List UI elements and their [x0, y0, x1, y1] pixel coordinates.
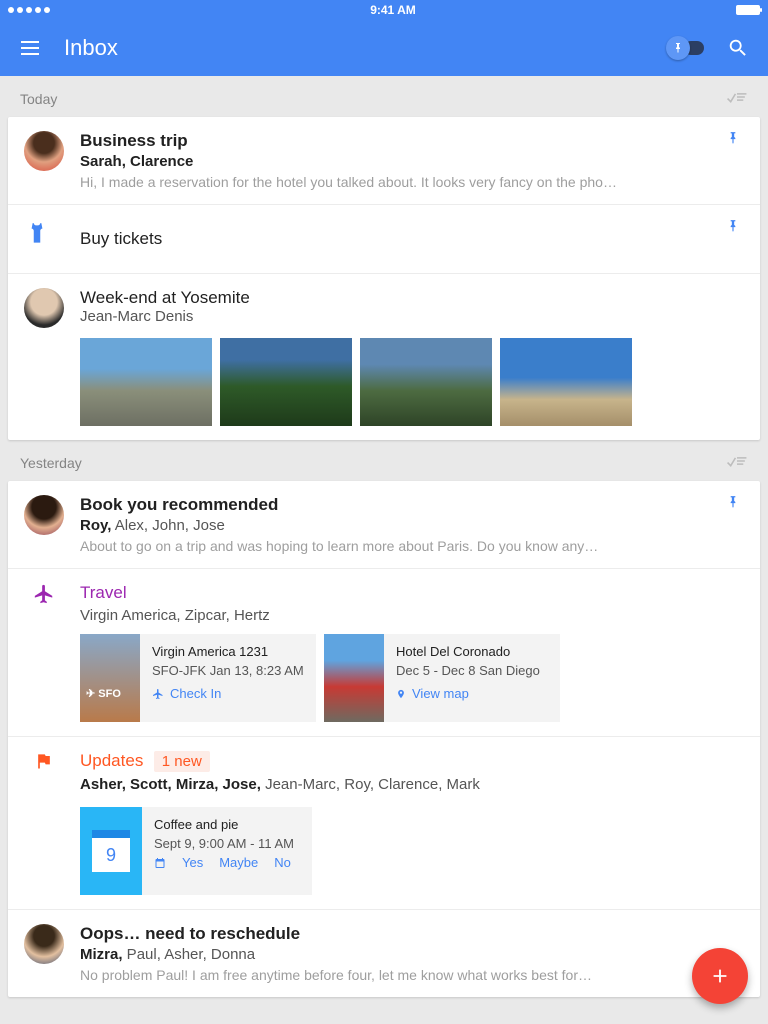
app-bar: Inbox [0, 20, 768, 76]
sweep-button[interactable] [726, 454, 748, 471]
plane-icon [152, 688, 164, 700]
app-title: Inbox [64, 35, 646, 61]
image-thumbnail[interactable] [220, 338, 352, 426]
status-bar: 9:41 AM [0, 0, 768, 20]
search-button[interactable] [724, 34, 752, 62]
menu-button[interactable] [16, 34, 44, 62]
flight-detail: SFO-JFK Jan 13, 8:23 AM [152, 663, 304, 678]
image-thumbnail[interactable] [80, 338, 212, 426]
sweep-icon [726, 454, 748, 468]
bundle-title-row: Updates 1 new [80, 751, 744, 772]
image-thumbnail[interactable] [500, 338, 632, 426]
section-header-today: Today [8, 76, 760, 117]
yesterday-card: Book you recommended Roy, Alex, John, Jo… [8, 481, 760, 997]
today-card: Business trip Sarah, Clarence Hi, I made… [8, 117, 760, 440]
avatar [24, 924, 64, 964]
view-map-link[interactable]: View map [396, 686, 540, 701]
updates-bundle-icon [24, 751, 64, 797]
event-title: Coffee and pie [154, 817, 294, 832]
rsvp-maybe[interactable]: Maybe [219, 855, 258, 870]
conversation-yosemite[interactable]: Week-end at Yosemite Jean-Marc Denis [8, 273, 760, 440]
hamburger-icon [21, 47, 39, 49]
pinned-toggle[interactable] [666, 36, 704, 60]
pin-icon [666, 36, 690, 60]
bundle-travel[interactable]: Travel Virgin America, Zipcar, Hertz Vir… [8, 568, 760, 736]
compose-fab[interactable] [692, 948, 748, 1004]
pin-icon[interactable] [726, 131, 744, 190]
bundle-title: Travel [80, 583, 744, 603]
conversation-preview: No problem Paul! I am free anytime befor… [80, 967, 744, 983]
reminder-buy-tickets[interactable]: Buy tickets [8, 204, 760, 273]
image-thumbnail[interactable] [360, 338, 492, 426]
conversation-oops[interactable]: Oops… need to reschedule Mizra, Paul, As… [8, 909, 760, 997]
conversation-sender: Jean-Marc Denis [80, 308, 744, 325]
conversation-title: Book you recommended [80, 495, 726, 515]
section-label: Today [20, 91, 57, 107]
bundle-updates[interactable]: Updates 1 new Asher, Scott, Mirza, Jose,… [8, 736, 760, 909]
reminder-title: Buy tickets [80, 229, 162, 249]
event-time: Sept 9, 9:00 AM - 11 AM [154, 836, 294, 851]
conversation-title: Oops… need to reschedule [80, 924, 744, 944]
attachment-thumbnails [80, 338, 744, 426]
sweep-button[interactable] [726, 90, 748, 107]
rsvp-yes[interactable]: Yes [182, 855, 203, 870]
signal-dots [8, 7, 50, 13]
conversation-preview: Hi, I made a reservation for the hotel y… [80, 174, 726, 190]
check-in-link[interactable]: Check In [152, 686, 304, 701]
section-label: Yesterday [20, 455, 82, 471]
conversation-business-trip[interactable]: Business trip Sarah, Clarence Hi, I made… [8, 117, 760, 204]
search-icon [727, 37, 749, 59]
conversation-book[interactable]: Book you recommended Roy, Alex, John, Jo… [8, 481, 760, 568]
bundle-senders: Virgin America, Zipcar, Hertz [80, 607, 744, 624]
hotel-detail: Dec 5 - Dec 8 San Diego [396, 663, 540, 678]
calendar-icon [154, 857, 166, 869]
conversation-title: Week-end at Yosemite [80, 288, 744, 308]
pin-icon[interactable] [726, 219, 744, 259]
plus-icon [709, 965, 731, 987]
location-icon [396, 688, 406, 700]
sweep-icon [726, 90, 748, 104]
conversation-title: Business trip [80, 131, 726, 151]
rsvp-no[interactable]: No [274, 855, 291, 870]
event-card[interactable]: 9 Coffee and pie Sept 9, 9:00 AM - 11 AM… [80, 807, 312, 895]
pin-icon[interactable] [726, 495, 744, 554]
hotel-thumbnail [324, 634, 384, 722]
battery-icon [736, 5, 760, 15]
travel-bundle-icon [24, 583, 64, 624]
new-badge: 1 new [154, 751, 210, 772]
conversation-senders: Roy, Alex, John, Jose [80, 517, 726, 534]
bundle-title: Updates [80, 751, 143, 770]
status-time: 9:41 AM [50, 3, 736, 17]
avatar [24, 495, 64, 535]
flight-thumbnail [80, 634, 140, 722]
conversation-senders: Mizra, Paul, Asher, Donna [80, 946, 744, 963]
event-date-icon: 9 [80, 807, 142, 895]
section-header-yesterday: Yesterday [8, 440, 760, 481]
flight-card[interactable]: Virgin America 1231 SFO-JFK Jan 13, 8:23… [80, 634, 316, 722]
bundle-senders: Asher, Scott, Mirza, Jose, Jean-Marc, Ro… [80, 776, 744, 793]
conversation-preview: About to go on a trip and was hoping to … [80, 538, 726, 554]
hotel-name: Hotel Del Coronado [396, 644, 540, 659]
reminder-icon [24, 219, 64, 259]
avatar [24, 288, 64, 328]
flight-name: Virgin America 1231 [152, 644, 304, 659]
conversation-senders: Sarah, Clarence [80, 153, 726, 170]
avatar [24, 131, 64, 171]
hotel-card[interactable]: Hotel Del Coronado Dec 5 - Dec 8 San Die… [324, 634, 560, 722]
